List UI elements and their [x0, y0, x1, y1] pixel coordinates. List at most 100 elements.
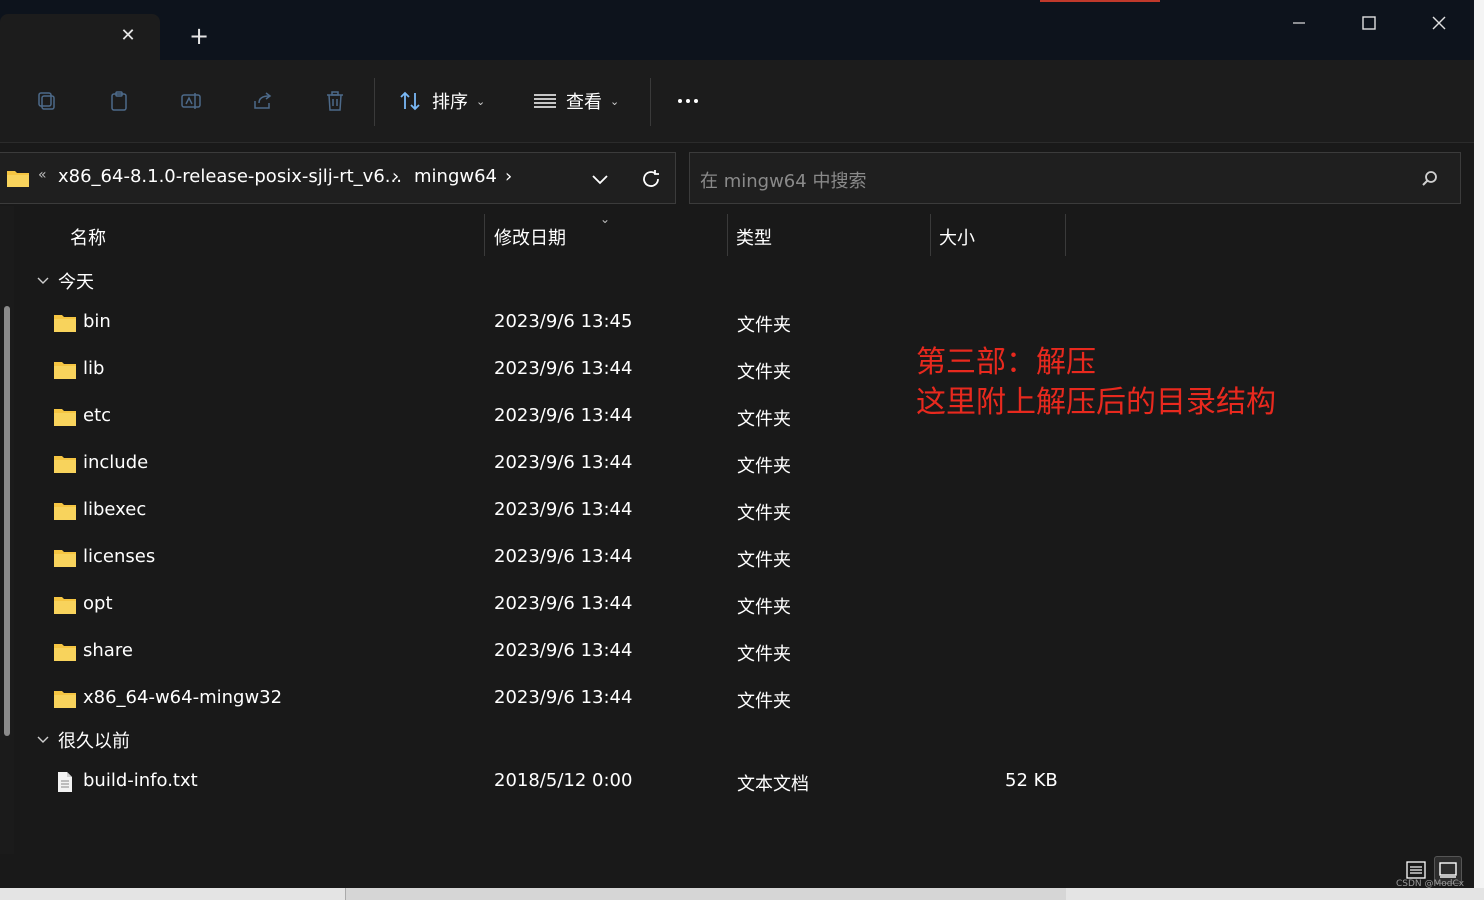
folder-icon	[54, 409, 76, 426]
file-date: 2023/9/6 13:45	[494, 311, 633, 332]
sort-button[interactable]: 排序 ⌄	[398, 86, 485, 116]
minimize-icon	[1293, 22, 1305, 24]
file-date: 2023/9/6 13:44	[494, 687, 633, 708]
file-type: 文件夹	[737, 644, 791, 665]
background-window-edge	[1474, 0, 1484, 900]
more-icon[interactable]	[672, 86, 704, 116]
maximize-button[interactable]	[1334, 0, 1404, 46]
column-header: 名称 ⌄ 修改日期 类型 大小	[20, 212, 1070, 258]
share-icon[interactable]	[248, 86, 278, 116]
view-icon	[534, 94, 556, 108]
command-bar: 排序 ⌄ 查看 ⌄	[0, 60, 1474, 143]
status-bar	[0, 854, 1474, 888]
breadcrumb-separator[interactable]: ›	[392, 166, 399, 187]
file-name: libexec	[83, 499, 147, 520]
list-item[interactable]: build-info.txt 2018/5/12 0:00 文本文档 52 KB	[20, 760, 1080, 804]
toolbar-divider	[374, 78, 375, 126]
list-item[interactable]: libexec 2023/9/6 13:44 文件夹	[20, 489, 1080, 533]
folder-icon	[54, 597, 76, 614]
column-divider[interactable]	[930, 214, 931, 256]
folder-icon	[54, 550, 76, 567]
list-item[interactable]: opt 2023/9/6 13:44 文件夹	[20, 583, 1080, 627]
folder-icon	[54, 503, 76, 520]
text-document-icon	[58, 772, 72, 792]
file-explorer-window: ✕ + 排序 ⌄ 查看 ⌄ « x86_64-8.1.0-release-pos…	[0, 0, 1474, 888]
file-date: 2023/9/6 13:44	[494, 546, 633, 567]
sort-icon	[400, 91, 420, 111]
group-header-long-ago[interactable]: 很久以前	[36, 726, 130, 754]
chevron-down-icon[interactable]	[36, 274, 50, 288]
file-size: 52 KB	[1005, 770, 1058, 791]
minimize-button[interactable]	[1264, 0, 1334, 46]
toolbar-divider	[650, 78, 651, 126]
vertical-scrollbar[interactable]	[0, 206, 14, 854]
breadcrumb-current[interactable]: mingw64	[414, 166, 497, 187]
delete-icon[interactable]	[320, 86, 350, 116]
file-date: 2023/9/6 13:44	[494, 358, 633, 379]
new-tab-icon[interactable]: +	[184, 22, 214, 52]
column-divider[interactable]	[1065, 214, 1066, 256]
rename-icon[interactable]	[176, 86, 206, 116]
chevron-down-icon: ⌄	[610, 94, 620, 108]
accent-strip	[1040, 0, 1160, 2]
paste-icon[interactable]	[104, 86, 134, 116]
column-size[interactable]: 大小	[939, 224, 975, 250]
group-header-today[interactable]: 今天	[36, 267, 94, 295]
tab-mingw64[interactable]: ✕	[0, 14, 160, 60]
chevron-down-icon[interactable]	[36, 733, 50, 747]
annotation-line2: 这里附上解压后的目录结构	[916, 385, 1276, 420]
file-date: 2023/9/6 13:44	[494, 499, 633, 520]
view-button[interactable]: 查看 ⌄	[532, 86, 619, 116]
file-date: 2023/9/6 13:44	[494, 593, 633, 614]
search-input[interactable]: 在 mingw64 中搜索	[689, 152, 1461, 204]
background-window-tabs	[345, 888, 1066, 900]
list-item[interactable]: include 2023/9/6 13:44 文件夹	[20, 442, 1080, 486]
file-type: 文件夹	[737, 456, 791, 477]
watermark: CSDN @ModCx	[1396, 879, 1465, 888]
breadcrumb-parent[interactable]: x86_64-8.1.0-release-posix-sjlj-rt_v6...	[58, 166, 402, 187]
column-divider[interactable]	[727, 214, 728, 256]
chevron-down-icon: ⌄	[476, 94, 486, 108]
sort-indicator-icon: ⌄	[600, 212, 611, 226]
close-icon	[1432, 16, 1446, 30]
file-name: bin	[83, 311, 111, 332]
close-button[interactable]	[1404, 0, 1474, 46]
file-name: licenses	[83, 546, 156, 567]
file-type: 文件夹	[737, 597, 791, 618]
list-item[interactable]: x86_64-w64-mingw32 2023/9/6 13:44 文件夹	[20, 677, 1080, 721]
file-date: 2018/5/12 0:00	[494, 770, 633, 791]
address-bar[interactable]: « x86_64-8.1.0-release-posix-sjlj-rt_v6.…	[0, 152, 676, 204]
breadcrumb-separator[interactable]: ›	[505, 166, 512, 187]
scroll-thumb[interactable]	[4, 306, 10, 736]
folder-icon	[54, 456, 76, 473]
file-name: etc	[83, 405, 112, 426]
file-type: 文件夹	[737, 315, 791, 336]
file-type: 文件夹	[737, 691, 791, 712]
file-type: 文件夹	[737, 550, 791, 571]
search-placeholder: 在 mingw64 中搜索	[700, 171, 867, 192]
list-item[interactable]: share 2023/9/6 13:44 文件夹	[20, 630, 1080, 674]
title-bar: ✕ +	[0, 0, 1474, 60]
list-item[interactable]: bin 2023/9/6 13:45 文件夹	[20, 301, 1080, 345]
folder-icon	[54, 691, 76, 708]
folder-icon	[54, 315, 76, 332]
column-date[interactable]: 修改日期	[494, 224, 566, 250]
column-type[interactable]: 类型	[736, 224, 772, 250]
search-icon[interactable]	[1418, 167, 1442, 191]
file-date: 2023/9/6 13:44	[494, 405, 633, 426]
column-name[interactable]: 名称	[70, 224, 106, 250]
tab-close-icon[interactable]: ✕	[116, 24, 140, 48]
file-name: x86_64-w64-mingw32	[83, 687, 283, 708]
list-item[interactable]: licenses 2023/9/6 13:44 文件夹	[20, 536, 1080, 580]
file-type: 文件夹	[737, 409, 791, 430]
address-dropdown-icon[interactable]	[586, 167, 614, 191]
file-name: lib	[83, 358, 105, 379]
breadcrumb-overflow[interactable]: «	[38, 167, 47, 183]
file-name: include	[83, 452, 149, 473]
file-name: share	[83, 640, 133, 661]
copy-icon[interactable]	[32, 86, 62, 116]
refresh-icon[interactable]	[636, 165, 666, 193]
column-divider[interactable]	[484, 214, 485, 256]
folder-icon	[54, 644, 76, 661]
file-date: 2023/9/6 13:44	[494, 452, 633, 473]
